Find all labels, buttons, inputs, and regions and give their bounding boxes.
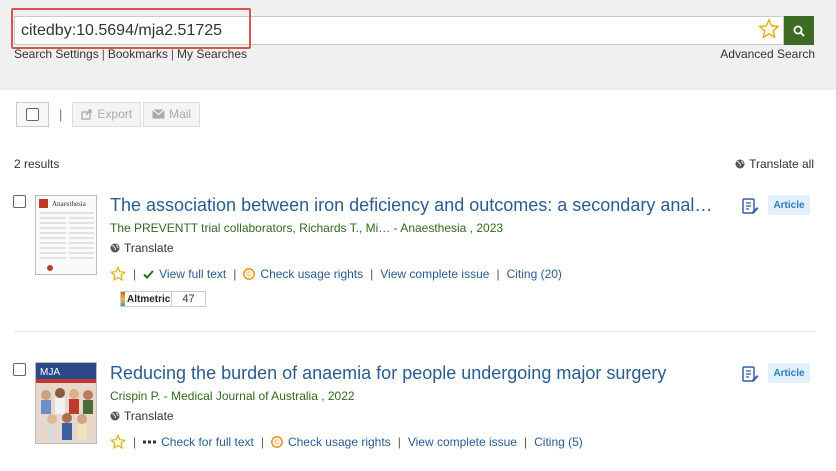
toolbar-separator: | bbox=[59, 106, 63, 122]
result-actions: | Check for full text | © Check usage ri… bbox=[110, 434, 583, 450]
globe-icon bbox=[110, 243, 120, 253]
checkmark-icon bbox=[143, 269, 154, 279]
search-header bbox=[0, 0, 836, 90]
translate-label: Translate bbox=[124, 241, 174, 255]
view-complete-issue-link[interactable]: View complete issue bbox=[408, 435, 517, 449]
search-box bbox=[14, 16, 784, 45]
export-icon bbox=[81, 108, 93, 120]
article-badge: Article bbox=[768, 195, 810, 215]
result-title-link[interactable]: The association between iron deficiency … bbox=[110, 195, 720, 216]
check-usage-rights-link[interactable]: © Check usage rights bbox=[271, 435, 391, 449]
usage-rights-label: Check usage rights bbox=[287, 435, 391, 449]
anaesthesia-cover-icon: Anaesthesia bbox=[36, 196, 96, 274]
altmetric-widget[interactable]: Altmetric 47 bbox=[120, 291, 206, 307]
result-title-link[interactable]: Reducing the burden of anaemia for peopl… bbox=[110, 363, 720, 384]
separator: | bbox=[370, 267, 374, 281]
search-sub-links: Search Settings | Bookmarks | My Searches bbox=[14, 47, 247, 61]
export-button[interactable]: Export bbox=[72, 101, 142, 127]
mja-cover-icon: MJA bbox=[36, 363, 96, 443]
result-divider bbox=[14, 331, 816, 332]
select-all-checkbox[interactable] bbox=[16, 101, 49, 127]
bookmarks-link[interactable]: Bookmarks bbox=[108, 47, 168, 61]
search-input[interactable] bbox=[21, 19, 661, 43]
mail-icon bbox=[152, 109, 165, 119]
view-full-text-link[interactable]: View full text bbox=[143, 267, 226, 281]
citing-link[interactable]: Citing (5) bbox=[534, 435, 583, 449]
search-settings-link[interactable]: Search Settings bbox=[14, 47, 99, 61]
advanced-search-link[interactable]: Advanced Search bbox=[720, 47, 815, 61]
mail-button[interactable]: Mail bbox=[143, 101, 201, 127]
full-text-label: View full text bbox=[159, 267, 227, 281]
globe-icon bbox=[110, 411, 120, 421]
separator: | bbox=[260, 435, 264, 449]
citing-link[interactable]: Citing (20) bbox=[507, 267, 562, 281]
ellipsis-icon bbox=[143, 440, 157, 444]
altmetric-color-bar bbox=[121, 292, 125, 306]
separator: | bbox=[233, 267, 237, 281]
altmetric-score: 47 bbox=[172, 291, 206, 307]
thumb-journal-name: Anaesthesia bbox=[52, 200, 87, 208]
star-icon[interactable] bbox=[758, 18, 780, 40]
usage-rights-label: Check usage rights bbox=[260, 267, 364, 281]
separator: | bbox=[133, 435, 137, 449]
thumb-journal-name: MJA bbox=[40, 367, 60, 378]
bookmark-star-icon[interactable] bbox=[110, 266, 126, 282]
checkbox-box bbox=[26, 107, 39, 121]
mail-label: Mail bbox=[169, 107, 192, 121]
altmetric-label: Altmetric bbox=[127, 293, 171, 305]
copyright-icon: © bbox=[271, 436, 283, 448]
result-checkbox[interactable] bbox=[13, 363, 26, 376]
separator: | bbox=[397, 435, 401, 449]
search-button[interactable] bbox=[784, 16, 814, 45]
translate-all-link[interactable]: Translate all bbox=[735, 157, 814, 171]
result-checkbox[interactable] bbox=[13, 195, 26, 208]
svg-text:©: © bbox=[274, 439, 280, 447]
altmetric-logo: Altmetric bbox=[120, 291, 172, 307]
separator: | bbox=[170, 47, 174, 61]
svg-text:©: © bbox=[247, 271, 253, 279]
journal-cover-thumbnail: Anaesthesia bbox=[35, 195, 97, 275]
result-authors[interactable]: The PREVENTT trial collaborators, Richar… bbox=[110, 221, 503, 235]
globe-icon bbox=[735, 159, 745, 169]
journal-cover-thumbnail: MJA bbox=[35, 362, 97, 444]
document-edit-icon[interactable] bbox=[741, 197, 759, 215]
full-text-label: Check for full text bbox=[161, 435, 254, 449]
separator: | bbox=[496, 267, 500, 281]
copyright-icon: © bbox=[243, 268, 256, 280]
separator: | bbox=[101, 47, 105, 61]
search-icon bbox=[793, 25, 805, 37]
results-toolbar: | Export Mail bbox=[16, 101, 202, 127]
check-usage-rights-link[interactable]: © Check usage rights bbox=[243, 267, 363, 281]
results-count: 2 results bbox=[14, 157, 60, 171]
translate-label: Translate bbox=[124, 409, 174, 423]
result-authors[interactable]: Crispin P. - Medical Journal of Australi… bbox=[110, 389, 355, 403]
document-edit-icon[interactable] bbox=[741, 365, 759, 383]
result-actions: | View full text | © Check usage rights … bbox=[110, 266, 562, 282]
translate-all-label: Translate all bbox=[749, 157, 814, 171]
my-searches-link[interactable]: My Searches bbox=[177, 47, 247, 61]
check-full-text-link[interactable]: Check for full text bbox=[143, 435, 254, 449]
view-complete-issue-link[interactable]: View complete issue bbox=[380, 267, 489, 281]
export-label: Export bbox=[97, 107, 133, 121]
bookmark-star-icon[interactable] bbox=[110, 434, 126, 450]
separator: | bbox=[133, 267, 137, 281]
result-translate-link[interactable]: Translate bbox=[110, 241, 174, 255]
separator: | bbox=[523, 435, 528, 449]
article-badge: Article bbox=[768, 363, 810, 383]
result-translate-link[interactable]: Translate bbox=[110, 409, 174, 423]
